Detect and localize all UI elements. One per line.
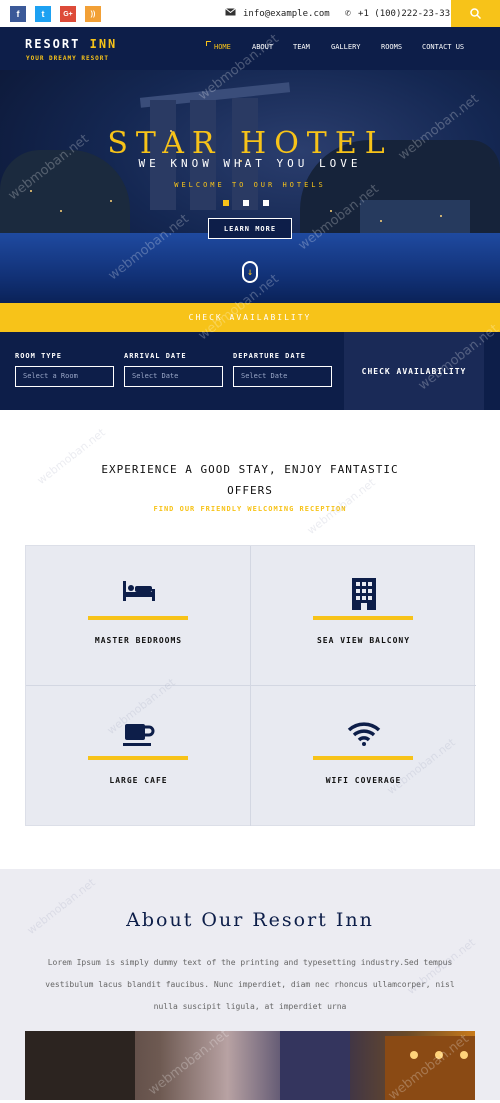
nav-item-rooms[interactable]: ROOMS [381,43,402,51]
search-icon [470,4,482,23]
experience-title: EXPERIENCE A GOOD STAY, ENJOY FANTASTIC … [0,459,500,501]
main-nav: RESORT INN YOUR DREAMY RESORT HOME ABOUT… [0,27,500,70]
feature-label: LARGE CAFE [109,776,168,785]
hero-welcome: WELCOME TO OUR HOTELS [174,181,326,189]
brand-logo[interactable]: RESORT INN [25,37,117,51]
slider-dot-3[interactable] [263,200,269,206]
room-type-label: ROOM TYPE [15,352,62,360]
building-icon [251,578,476,614]
about-text-line: vestibulum lacus blandit faucibus. Nunc … [45,980,455,989]
light [110,200,112,202]
about-section: About Our Resort Inn Lorem Ipsum is simp… [0,869,500,1100]
hero-title: STAR HOTEL [107,126,393,161]
experience-title-line-2: OFFERS [227,484,273,497]
about-image [25,1031,475,1100]
feature-label: SEA VIEW BALCONY [316,636,411,645]
departure-date-input[interactable]: Select Date [233,366,332,387]
feature-underline [313,616,413,620]
bed-icon [26,580,251,606]
facebook-icon[interactable]: f [10,6,26,22]
feature-underline [88,616,188,620]
about-description: Lorem Ipsum is simply dummy text of the … [34,952,466,1018]
nav-item-gallery[interactable]: GALLERY [331,43,361,51]
feature-label: WIFI COVERAGE [325,776,402,785]
twitter-icon[interactable]: t [35,6,51,22]
light [440,215,442,217]
feature-card[interactable]: SEA VIEW BALCONY [251,546,476,686]
brand-name: RESORT [25,37,81,51]
rss-icon[interactable]: )) [85,6,101,22]
nav-item-team[interactable]: TEAM [293,43,310,51]
search-button[interactable] [451,0,500,27]
slider-dot-2[interactable] [243,200,249,206]
light [60,210,62,212]
light [380,220,382,222]
feature-underline [88,756,188,760]
email-text[interactable]: info@example.com [243,9,330,19]
phone-text[interactable]: +1 (100)222-23-33 [358,9,450,19]
room-type-select[interactable]: Select a Room [15,366,114,387]
restaurant-interior [385,1036,475,1100]
scroll-down-button[interactable]: ↓ [242,261,258,283]
experience-title-line-1: EXPERIENCE A GOOD STAY, ENJOY FANTASTIC [101,463,399,476]
lamp [435,1051,443,1059]
building-center [280,1031,350,1100]
departure-date-label: DEPARTURE DATE [233,352,307,360]
check-availability-header: CHECK AVAILABILITY [0,303,500,332]
features-grid: MASTER BEDROOMS SEA VIEW BALCONY LARGE C… [25,545,476,826]
about-text-line: Lorem Ipsum is simply dummy text of the … [47,958,453,967]
brand-tagline: YOUR DREAMY RESORT [26,55,110,62]
experience-subtitle: FIND OUR FRIENDLY WELCOMING RECEPTION [153,505,347,513]
nav-item-about[interactable]: ABOUT [252,43,273,51]
check-availability-button[interactable]: CHECK AVAILABILITY [344,332,484,410]
email-contact[interactable]: info@example.com [225,8,330,19]
building-left [25,1031,135,1100]
lamp [410,1051,418,1059]
feature-card[interactable]: LARGE CAFE [26,686,251,826]
about-title: About Our Resort Inn [126,909,374,931]
light [330,210,332,212]
feature-label: MASTER BEDROOMS [94,636,183,645]
lamp [460,1051,468,1059]
about-text-line: nulla suscipit ligula, at imperdiet urna [153,1002,347,1011]
envelope-icon [225,8,236,19]
top-bar: f t G+ )) info@example.com ✆ +1 (100)222… [0,0,500,27]
booking-form: ROOM TYPE Select a Room ARRIVAL DATE Sel… [0,332,500,410]
nav-item-contact[interactable]: CONTACT US [422,43,464,51]
hero-subtitle: WE KNOW WHAT YOU LOVE [138,157,362,170]
feature-underline [313,756,413,760]
arrival-date-input[interactable]: Select Date [124,366,223,387]
learn-more-button[interactable]: LEARN MORE [208,218,292,239]
feature-card[interactable]: MASTER BEDROOMS [26,546,251,686]
feature-card[interactable]: WIFI COVERAGE [251,686,476,826]
light [30,190,32,192]
phone-icon: ✆ [345,8,352,19]
brand-name-accent: INN [89,37,118,51]
arrow-down-icon: ↓ [246,266,254,278]
nav-item-home[interactable]: HOME [214,43,231,51]
active-marker [206,41,211,46]
google-plus-icon[interactable]: G+ [60,6,76,22]
wifi-icon [251,722,476,750]
coffee-cup-icon [26,724,251,752]
phone-contact[interactable]: ✆ +1 (100)222-23-33 [345,8,450,19]
arrival-date-label: ARRIVAL DATE [124,352,187,360]
slider-dot-1[interactable] [223,200,229,206]
